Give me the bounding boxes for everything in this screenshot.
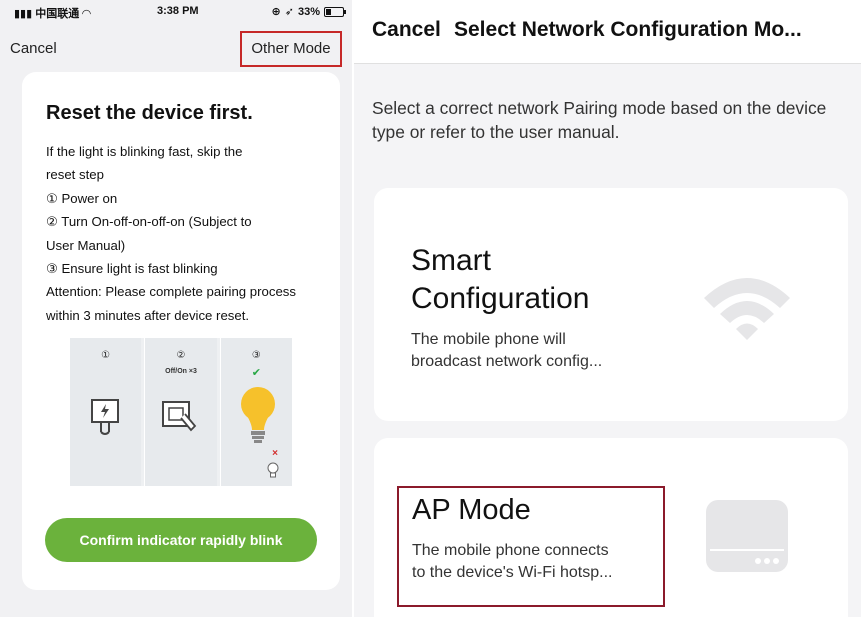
cancel-button[interactable]: Cancel bbox=[372, 18, 441, 42]
step-number: ① bbox=[101, 350, 111, 361]
left-phone-screen: ▮▮▮ 中国联通 ◠ 3:38 PM ⊕ ➶ 33% Cancel Other … bbox=[0, 0, 352, 617]
fail-cross-icon: × bbox=[272, 448, 278, 459]
ap-mode-highlight: AP Mode The mobile phone connects to the… bbox=[397, 486, 665, 607]
page-title: Select Network Configuration Mo... bbox=[454, 18, 802, 41]
smart-config-desc: The mobile phone will broadcast network … bbox=[411, 331, 603, 370]
step-2-caption: Off/On ×3 bbox=[165, 368, 197, 375]
step-number: ② bbox=[176, 350, 186, 361]
battery-percent: 33% bbox=[297, 5, 320, 18]
reset-instructions-card: Reset the device first. If the light is … bbox=[22, 72, 340, 590]
carrier-label: ▮▮▮ 中国联通 ◠ bbox=[14, 8, 91, 20]
battery-icon bbox=[324, 6, 346, 17]
instruction-line: If the light is blinking fast, skip the bbox=[46, 144, 243, 159]
instruction-line: ② Turn On-off-on-off-on (Subject to bbox=[46, 214, 252, 230]
reset-instructions: If the light is blinking fast, skip the … bbox=[46, 140, 331, 327]
wifi-icon bbox=[704, 278, 790, 340]
ap-mode-title: AP Mode bbox=[412, 494, 531, 526]
instruction-line: reset step bbox=[46, 167, 104, 183]
status-bar: ▮▮▮ 中国联通 ◠ 3:38 PM ⊕ ➶ 33% bbox=[0, 0, 352, 22]
header-bar: Cancel Select Network Configuration Mo..… bbox=[354, 0, 861, 64]
ap-mode-card[interactable]: AP Mode The mobile phone connects to the… bbox=[374, 438, 848, 638]
cancel-button[interactable]: Cancel bbox=[10, 40, 57, 57]
smart-config-card[interactable]: Smart Configuration The mobile phone wil… bbox=[374, 188, 848, 421]
small-bulb-icon bbox=[267, 462, 279, 478]
wifi-status-icon: ◠ bbox=[82, 8, 91, 20]
instruction-line: User Manual) bbox=[46, 237, 126, 253]
instruction-line: Attention: Please complete pairing proce… bbox=[46, 284, 296, 300]
step-number: ③ bbox=[251, 350, 261, 361]
step-1-panel: ① bbox=[70, 338, 142, 486]
router-icon bbox=[706, 500, 788, 572]
instruction-line: within 3 minutes after device reset. bbox=[46, 307, 250, 323]
right-app-screen: Cancel Select Network Configuration Mo..… bbox=[354, 0, 861, 638]
location-icon: ➶ bbox=[284, 6, 294, 18]
step-3-panel: ③ ✔ × bbox=[219, 338, 292, 486]
clock: 3:38 PM bbox=[157, 5, 199, 17]
switch-press-icon bbox=[162, 401, 197, 432]
power-plug-icon bbox=[91, 399, 119, 435]
mode-description: Select a correct network Pairing mode ba… bbox=[372, 98, 827, 142]
confirm-blink-button[interactable]: Confirm indicator rapidly blink bbox=[45, 518, 317, 562]
signal-icon: ▮▮▮ bbox=[14, 8, 33, 20]
status-right: ⊕ ➶ 33% bbox=[271, 5, 346, 18]
success-check-icon: ✔ bbox=[251, 367, 261, 379]
reset-title: Reset the device first. bbox=[46, 102, 253, 124]
ap-mode-desc: The mobile phone connects to the device'… bbox=[412, 542, 613, 581]
other-mode-button[interactable]: Other Mode bbox=[240, 31, 342, 67]
instruction-line: ① Power on bbox=[46, 190, 118, 206]
step-2-panel: ② Off/On ×3 bbox=[144, 338, 217, 486]
light-bulb-icon bbox=[240, 387, 275, 443]
orientation-lock-icon: ⊕ bbox=[271, 6, 281, 18]
smart-config-title: Smart Configuration bbox=[411, 244, 590, 315]
instruction-line: ③ Ensure light is fast blinking bbox=[46, 261, 218, 277]
reset-illustration: ① ② Off/On ×3 ③ ✔ × bbox=[70, 338, 292, 486]
